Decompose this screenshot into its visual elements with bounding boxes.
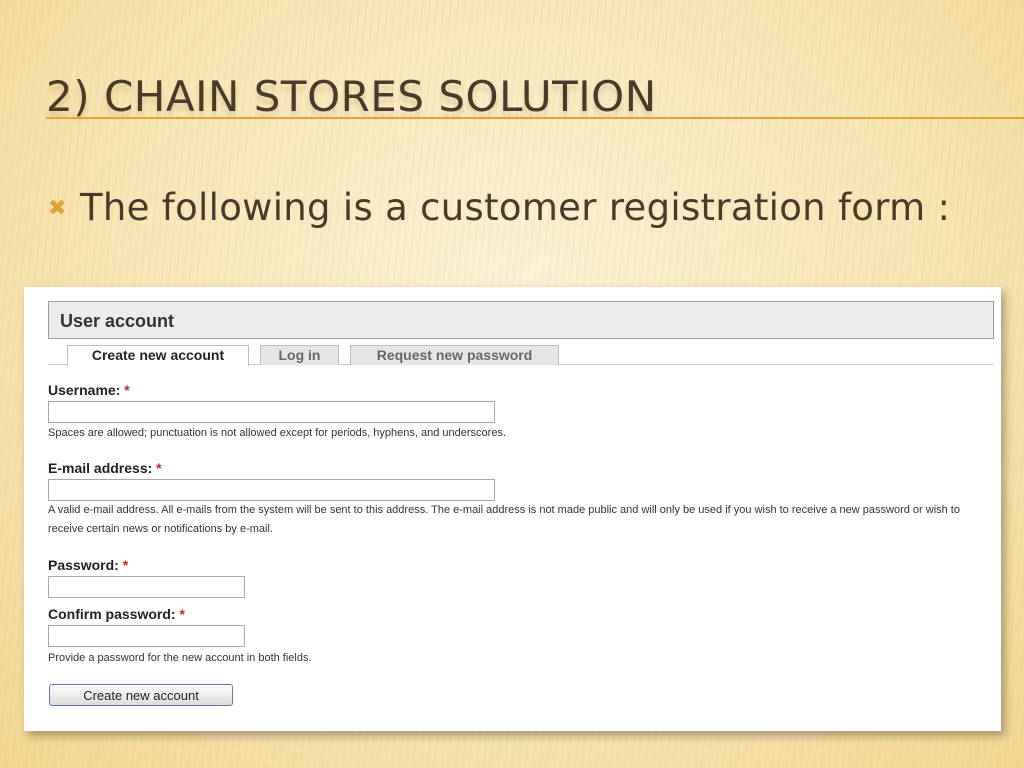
tab-create-new-account[interactable]: Create new account — [67, 345, 249, 366]
user-account-title: User account — [60, 311, 175, 331]
password-description: Provide a password for the new account i… — [48, 652, 312, 664]
required-marker: * — [156, 460, 162, 476]
password-label-text: Password: — [48, 557, 119, 573]
title-underline — [46, 117, 1024, 119]
confirm-password-label-text: Confirm password: — [48, 606, 176, 622]
registration-form-screenshot: User account Create new account Log in R… — [24, 287, 1001, 731]
bullet-item: ✖ The following is a customer registrati… — [48, 186, 950, 229]
required-marker: * — [124, 382, 130, 398]
required-marker: * — [179, 606, 185, 622]
email-description: A valid e-mail address. All e-mails from… — [48, 504, 960, 535]
email-label-text: E-mail address: — [48, 460, 153, 476]
password-input[interactable] — [48, 576, 245, 598]
cross-bullet-icon: ✖ — [48, 196, 67, 221]
create-new-account-button[interactable]: Create new account — [49, 684, 233, 706]
username-label: Username: * — [48, 382, 130, 398]
username-label-text: Username: — [48, 382, 121, 398]
username-description: Spaces are allowed; punctuation is not a… — [48, 427, 507, 439]
tab-request-new-password[interactable]: Request new password — [350, 345, 559, 365]
slide-title: 2) CHAIN STORES SOLUTION — [46, 72, 657, 121]
email-label: E-mail address: * — [48, 460, 162, 476]
required-marker: * — [122, 557, 129, 573]
username-input[interactable] — [48, 401, 495, 423]
confirm-password-input[interactable] — [48, 625, 245, 647]
email-input[interactable] — [48, 479, 495, 501]
password-label: Password: * — [48, 557, 128, 573]
bullet-text: The following is a customer registration… — [80, 186, 951, 229]
confirm-password-label: Confirm password: * — [48, 606, 185, 622]
tab-log-in[interactable]: Log in — [260, 345, 339, 365]
user-account-header: User account — [48, 301, 994, 339]
